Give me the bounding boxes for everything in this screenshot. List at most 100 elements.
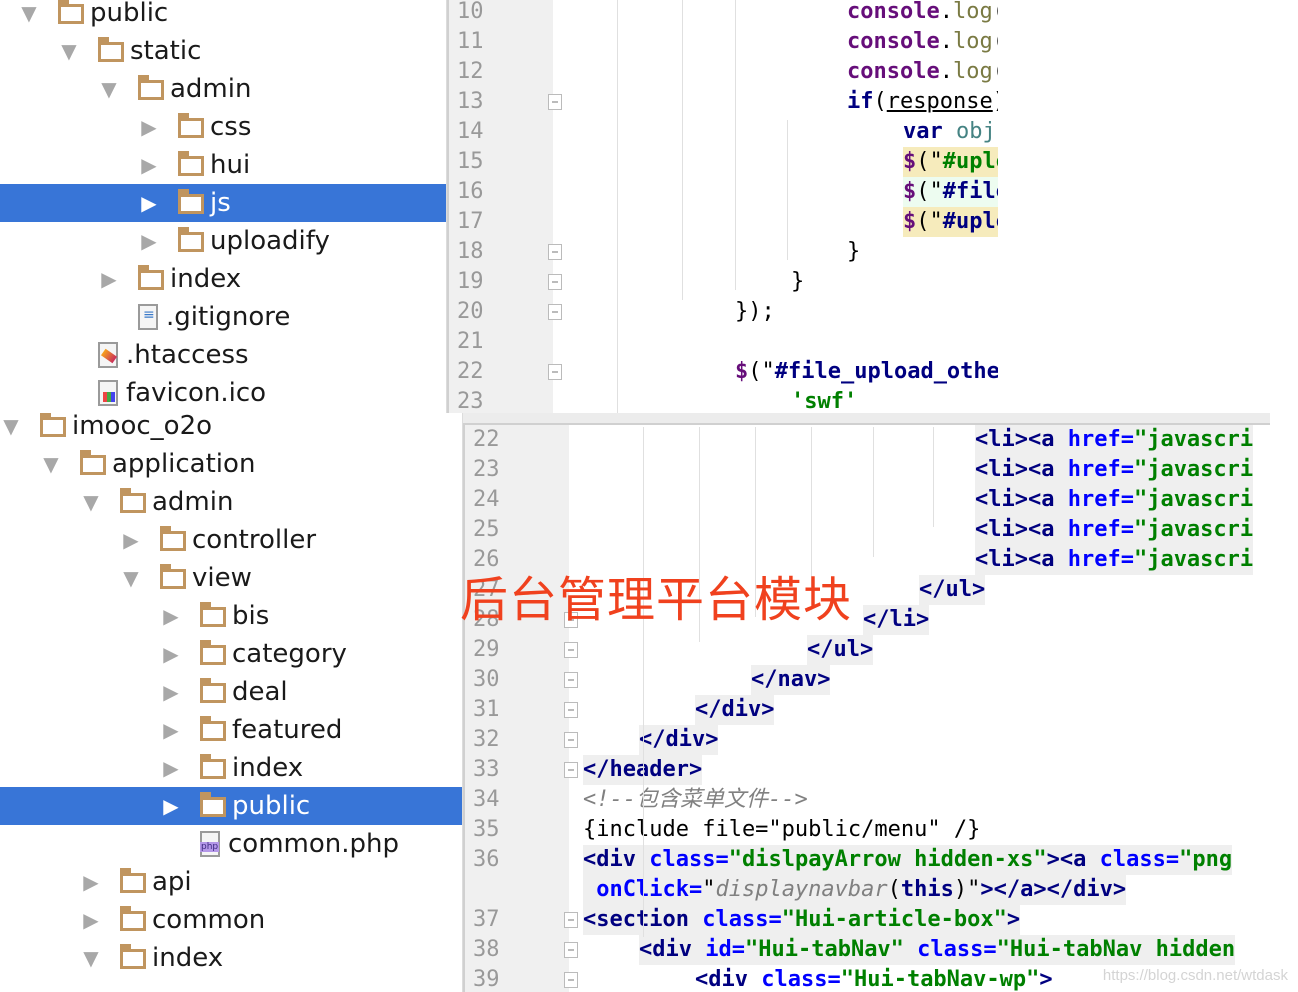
tree-item-api[interactable]: ▶ api: [0, 863, 462, 901]
fold-collapse-icon[interactable]: [548, 94, 562, 110]
expand-arrow-right-icon[interactable]: ▶: [160, 680, 182, 704]
tree-item-featured[interactable]: ▶ featured: [0, 711, 462, 749]
line-number: 13: [457, 89, 484, 114]
expand-arrow-right-icon[interactable]: ▶: [160, 604, 182, 628]
expand-arrow-right-icon[interactable]: ▶: [80, 870, 102, 894]
tree-item-bis[interactable]: ▶ bis: [0, 597, 462, 635]
code-token: log: [952, 0, 993, 24]
bottom-code-editor[interactable]: 22 <li><a href="javascri 23 <li><a href="ja…: [463, 413, 1270, 992]
folder-icon: [98, 37, 124, 62]
tree-item-static[interactable]: ▼ static: [0, 32, 446, 70]
expand-arrow-right-icon[interactable]: ▶: [138, 153, 160, 177]
code-token: this: [900, 877, 954, 902]
fold-end-icon[interactable]: [564, 642, 578, 658]
tree-item-admin[interactable]: ▼ admin: [0, 70, 446, 108]
tree-item-gitignore[interactable]: .gitignore: [0, 298, 446, 336]
expand-arrow-right-icon[interactable]: ▶: [160, 718, 182, 742]
code-token: id=: [705, 937, 745, 962]
code-token: displaynavbar: [715, 877, 888, 902]
folder-icon: [178, 189, 204, 214]
code-token: ></a></div>: [980, 877, 1127, 902]
code-token: "javascri: [1133, 457, 1254, 482]
line-number: 18: [457, 239, 484, 264]
code-token: log: [952, 59, 993, 84]
fold-end-icon[interactable]: [564, 762, 578, 778]
expand-arrow-right-icon[interactable]: ▶: [160, 642, 182, 666]
fold-end-icon[interactable]: [548, 304, 562, 320]
fold-end-icon[interactable]: [548, 244, 562, 260]
tree-item-hui[interactable]: ▶ hui: [0, 146, 446, 184]
tree-item-js[interactable]: ▶ js: [0, 184, 446, 222]
tree-item-common-php[interactable]: common.php: [0, 825, 462, 863]
code-token: (": [916, 149, 943, 174]
htaccess-file-icon: [98, 342, 118, 368]
tree-item-css[interactable]: ▶ css: [0, 108, 446, 146]
tree-item-controller[interactable]: ▶ controller: [0, 521, 462, 559]
tree-item-admin[interactable]: ▼ admin: [0, 483, 462, 521]
tree-item-public[interactable]: ▶ public: [0, 787, 462, 825]
expand-arrow-down-icon[interactable]: ▼: [58, 39, 80, 63]
code-line: <li><a href="javascri: [975, 545, 1254, 575]
fold-end-icon[interactable]: [564, 702, 578, 718]
code-token: </li>: [863, 607, 930, 632]
tree-item-index[interactable]: ▶ index: [0, 260, 446, 298]
folder-icon: [120, 868, 146, 893]
tree-item-category[interactable]: ▶ category: [0, 635, 462, 673]
indent-guide: [735, 0, 736, 290]
tree-item-index[interactable]: ▶ index: [0, 749, 462, 787]
fold-end-icon[interactable]: [564, 672, 578, 688]
code-token: class=: [761, 967, 841, 992]
tree-item-index[interactable]: ▼ index: [0, 939, 462, 977]
expand-arrow-right-icon[interactable]: ▶: [120, 528, 142, 552]
expand-arrow-down-icon[interactable]: ▼: [40, 452, 62, 476]
code-token: console: [847, 29, 940, 54]
line-number: 22: [473, 427, 500, 452]
tree-item-htaccess[interactable]: .htaccess: [0, 336, 446, 374]
expand-arrow-down-icon[interactable]: ▼: [98, 77, 120, 101]
code-line: console.log(respons: [847, 57, 998, 87]
expand-arrow-down-icon[interactable]: ▼: [120, 566, 142, 590]
code-token: (: [993, 59, 998, 84]
expand-arrow-right-icon[interactable]: ▶: [138, 115, 160, 139]
fold-end-icon[interactable]: [564, 732, 578, 748]
line-number: 37: [473, 907, 500, 932]
tree-item-deal[interactable]: ▶ deal: [0, 673, 462, 711]
code-token: #upload_org_: [942, 149, 998, 174]
expand-arrow-down-icon[interactable]: ▼: [0, 414, 22, 438]
fold-end-icon[interactable]: [548, 274, 562, 290]
tree-item-view[interactable]: ▼ view: [0, 559, 462, 597]
tree-item-application[interactable]: ▼ application: [0, 445, 462, 483]
fold-collapse-icon[interactable]: [548, 364, 562, 380]
expand-arrow-right-icon[interactable]: ▶: [138, 191, 160, 215]
fold-collapse-icon[interactable]: [564, 912, 578, 928]
fold-collapse-icon[interactable]: [564, 942, 578, 958]
code-token: href=: [1067, 487, 1134, 512]
expand-arrow-right-icon[interactable]: ▶: [160, 756, 182, 780]
tree-item-public[interactable]: ▼ public: [0, 0, 446, 32]
tree-item-imooc-o2o[interactable]: ▼ imooc_o2o: [0, 413, 462, 445]
tree-item-label: bis: [232, 601, 270, 631]
code-token: =: [996, 119, 998, 144]
expand-arrow-right-icon[interactable]: ▶: [80, 908, 102, 932]
code-line: <li><a href="javascri: [975, 455, 1254, 485]
line-number: 15: [457, 149, 484, 174]
expand-arrow-right-icon[interactable]: ▶: [160, 794, 182, 818]
code-line: }: [791, 267, 804, 297]
line-number: 24: [473, 487, 500, 512]
code-token: href=: [1067, 457, 1134, 482]
tree-item-common[interactable]: ▶ common: [0, 901, 462, 939]
code-token: (: [993, 29, 998, 54]
fold-collapse-icon[interactable]: [564, 972, 578, 988]
top-code-editor[interactable]: 10 console.log(file); 11 console.log(data);…: [447, 0, 998, 413]
tree-item-uploadify[interactable]: ▶ uploadify: [0, 222, 446, 260]
tree-item-favicon-ico[interactable]: favicon.ico: [0, 374, 446, 412]
expand-arrow-right-icon[interactable]: ▶: [138, 229, 160, 253]
code-line: }: [847, 237, 860, 267]
top-project-tree: ▼ public ▼ static ▼ admin ▶ css ▶ hui ▶ js ▶ uploadif…: [0, 0, 446, 413]
watermark: https://blog.csdn.net/wtdask: [1102, 967, 1288, 984]
expand-arrow-right-icon[interactable]: ▶: [98, 267, 120, 291]
expand-arrow-down-icon[interactable]: ▼: [18, 1, 40, 25]
code-line: <li><a href="javascri: [975, 425, 1254, 455]
expand-arrow-down-icon[interactable]: ▼: [80, 490, 102, 514]
expand-arrow-down-icon[interactable]: ▼: [80, 946, 102, 970]
